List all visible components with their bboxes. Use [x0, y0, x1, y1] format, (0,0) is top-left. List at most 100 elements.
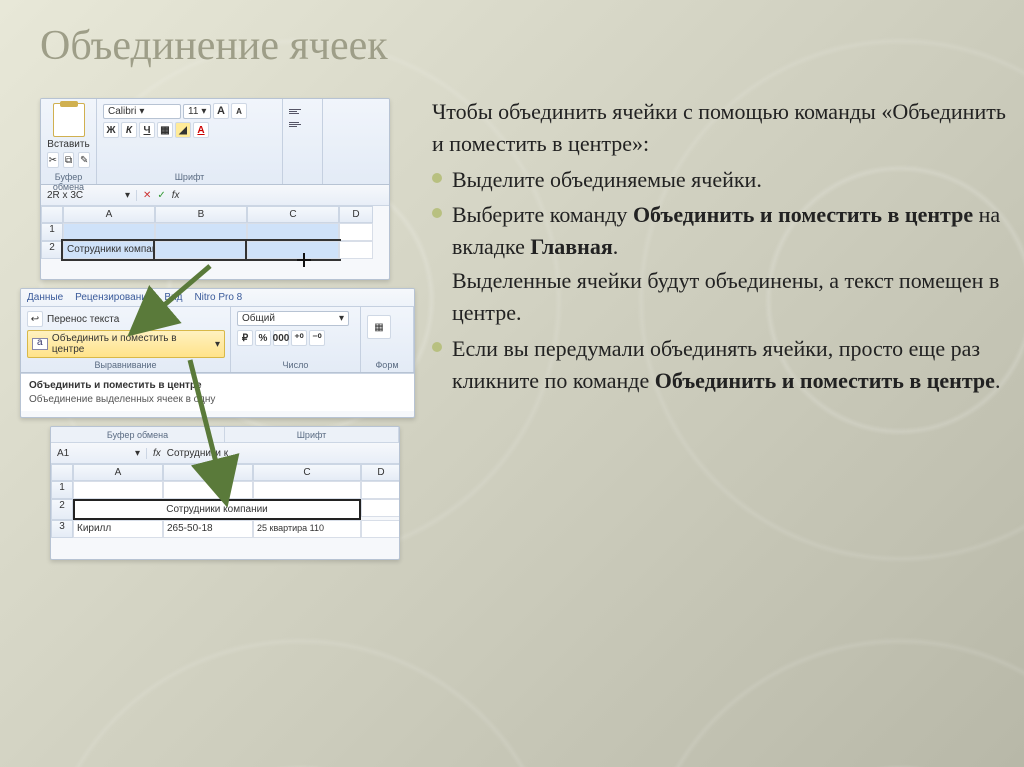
select-all-corner[interactable]	[41, 206, 63, 223]
cell-a3[interactable]: Кирилл	[73, 520, 163, 538]
row-header-1[interactable]: 1	[41, 223, 63, 241]
font-color-button[interactable]: A	[193, 122, 209, 138]
plus-cursor-icon	[297, 253, 311, 267]
align-middle-icon[interactable]	[289, 122, 303, 132]
col-header-b[interactable]: B	[155, 206, 247, 223]
bullet-dot-icon	[432, 173, 442, 183]
col-header-a[interactable]: A	[73, 464, 163, 481]
row-header-2[interactable]: 2	[41, 241, 63, 259]
copy-icon[interactable]: ⧉	[63, 152, 75, 168]
bullet-dot-icon	[432, 342, 442, 352]
bold-button[interactable]: Ж	[103, 122, 119, 138]
clipboard-label-bottom: Буфер обмена	[51, 427, 225, 442]
format-painter-icon[interactable]: ✎	[78, 152, 90, 168]
col-header-d[interactable]: D	[339, 206, 373, 223]
fx-icon[interactable]: fx	[153, 448, 161, 459]
fill-color-button[interactable]: ◢	[175, 122, 191, 138]
cell-d2[interactable]	[361, 499, 400, 517]
formula-bar: 2R x 3C▾ ✕ ✓ fx	[41, 185, 389, 206]
col-header-c[interactable]: C	[253, 464, 361, 481]
currency-button[interactable]: ₽	[237, 330, 253, 346]
row-header-3[interactable]: 3	[51, 520, 73, 538]
cell-d1[interactable]	[361, 481, 400, 499]
merged-cell-a2c2[interactable]: Сотрудники компании	[73, 499, 361, 520]
font-group: Calibri▾ 11▾ A A Ж К Ч ▦ ◢ A Шрифт	[97, 99, 283, 184]
cell-b2[interactable]	[155, 241, 247, 259]
cell-d2[interactable]	[339, 241, 373, 259]
merge-center-button[interactable]: Объединить и поместить в центре ▾	[27, 330, 225, 358]
cell-a2[interactable]: Сотрудники компании	[63, 241, 155, 259]
tab-nitro[interactable]: Nitro Pro 8	[194, 292, 242, 303]
font-size-select[interactable]: 11▾	[183, 104, 211, 119]
styles-group-partial: ▦ Форм	[361, 307, 414, 372]
alignment-group-label: Выравнивание	[27, 358, 224, 372]
merge-tooltip: Объединить и поместить в центре Объедине…	[21, 373, 414, 411]
alignment-group: ↩ Перенос текста Объединить и поместить …	[21, 307, 231, 372]
paste-label[interactable]: Вставить	[47, 139, 90, 150]
align-top-icon[interactable]	[289, 109, 303, 119]
font-name-select[interactable]: Calibri▾	[103, 104, 181, 119]
cell-c1[interactable]	[253, 481, 361, 499]
shrink-font-button[interactable]: A	[231, 103, 247, 119]
name-box[interactable]: 2R x 3C▾	[41, 190, 137, 201]
grow-font-button[interactable]: A	[213, 103, 229, 119]
tab-review[interactable]: Рецензирование	[75, 292, 152, 303]
cell-d3[interactable]	[361, 520, 400, 538]
cancel-icon[interactable]: ✕	[143, 190, 151, 201]
wrap-text-label[interactable]: Перенос текста	[47, 314, 119, 325]
col-header-b[interactable]: B	[163, 464, 253, 481]
cell-a1[interactable]	[63, 223, 155, 241]
worksheet-grid-result[interactable]: A B C D 1 2 Сотрудники компании 3 Кирилл…	[51, 464, 399, 538]
col-header-c[interactable]: C	[247, 206, 339, 223]
tooltip-body: Объединение выделенных ячеек в одну	[29, 394, 406, 405]
increase-decimal-button[interactable]: ⁺⁰	[291, 330, 307, 346]
tab-view[interactable]: Вид	[164, 292, 182, 303]
worksheet-grid[interactable]: A B C D 1 2 Сотрудники компании	[41, 206, 389, 259]
fx-icon[interactable]: fx	[172, 190, 180, 201]
cell-b1[interactable]	[155, 223, 247, 241]
excel-result-grid: Буфер обмена Шрифт A1▾ fx Сотрудники к A…	[50, 426, 400, 560]
enter-icon[interactable]: ✓	[157, 190, 165, 201]
select-all-corner[interactable]	[51, 464, 73, 481]
cut-icon[interactable]: ✂	[47, 152, 59, 168]
wrap-text-icon[interactable]: ↩	[27, 311, 43, 327]
excel-ribbon-top: Вставить ✂ ⧉ ✎ Буфер обмена Calibri▾ 11▾…	[40, 98, 390, 280]
percent-button[interactable]: %	[255, 330, 271, 346]
cell-c1[interactable]	[247, 223, 339, 241]
number-format-select[interactable]: Общий▾	[237, 311, 349, 326]
merge-icon	[32, 338, 48, 350]
cell-b3[interactable]: 265-50-18	[163, 520, 253, 538]
intro-text: Чтобы объединить ячейки с помощью команд…	[432, 96, 1007, 160]
cond-format-icon[interactable]: ▦	[367, 315, 391, 339]
cell-b1[interactable]	[163, 481, 253, 499]
chevron-down-icon[interactable]: ▾	[215, 339, 220, 350]
cell-c2[interactable]	[247, 241, 339, 259]
border-button[interactable]: ▦	[157, 122, 173, 138]
cell-a1[interactable]	[73, 481, 163, 499]
name-box-result[interactable]: A1▾	[51, 448, 147, 459]
row-header-2[interactable]: 2	[51, 499, 73, 520]
col-header-d[interactable]: D	[361, 464, 400, 481]
underline-button[interactable]: Ч	[139, 122, 155, 138]
merge-center-label: Объединить и поместить в центре	[52, 333, 211, 355]
italic-button[interactable]: К	[121, 122, 137, 138]
tooltip-title: Объединить и поместить в центре	[29, 380, 406, 391]
col-header-a[interactable]: A	[63, 206, 155, 223]
bullet-2: Выберите команду Объединить и поместить …	[432, 199, 1007, 263]
excel-ribbon-alignment: Данные Рецензирование Вид Nitro Pro 8 ↩ …	[20, 288, 415, 418]
tab-data[interactable]: Данные	[27, 292, 63, 303]
number-group-label: Число	[237, 358, 354, 372]
cell-d1[interactable]	[339, 223, 373, 241]
slide-title: Объединение ячеек	[40, 22, 388, 70]
row-header-1[interactable]: 1	[51, 481, 73, 499]
ribbon-tabs: Данные Рецензирование Вид Nitro Pro 8	[21, 289, 414, 307]
cell-c3[interactable]: 25 квартира 110	[253, 520, 361, 538]
screenshots-column: Вставить ✂ ⧉ ✎ Буфер обмена Calibri▾ 11▾…	[20, 98, 415, 568]
paste-icon[interactable]	[53, 103, 85, 137]
bullet-1: Выделите объединяемые ячейки.	[432, 164, 1007, 196]
bullet-3: Если вы передумали объединять ячейки, пр…	[432, 333, 1007, 397]
decrease-decimal-button[interactable]: ⁻⁰	[309, 330, 325, 346]
formula-value[interactable]: Сотрудники к	[167, 448, 228, 459]
number-group: Общий▾ ₽ % 000 ⁺⁰ ⁻⁰ Число	[231, 307, 361, 372]
comma-button[interactable]: 000	[273, 330, 289, 346]
